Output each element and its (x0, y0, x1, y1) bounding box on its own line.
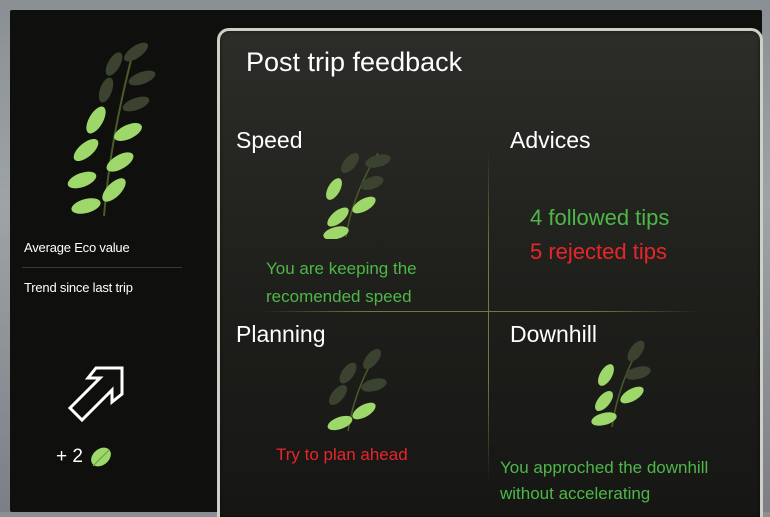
advices-summary: 4 followed tips 5 rejected tips (530, 201, 669, 269)
small-leaf-icon (91, 447, 111, 467)
sidebar: Average Eco value Trend since last trip … (10, 10, 186, 512)
speed-leaf-icon (323, 152, 391, 239)
large-leaf-branch-icon (67, 42, 156, 217)
speed-message-line1: You are keeping the (266, 259, 417, 278)
speed-message-line2: recomended speed (266, 287, 412, 306)
speed-title: Speed (236, 127, 303, 153)
planning-message: Try to plan ahead (276, 445, 408, 464)
average-eco-label: Average Eco value (24, 240, 130, 255)
downhill-title: Downhill (510, 321, 597, 347)
panel-title: Post trip feedback (246, 47, 463, 77)
rejected-tips: 5 rejected tips (530, 239, 667, 264)
sidebar-divider (22, 267, 182, 268)
eco-driving-screen: Average Eco value Trend since last trip … (10, 10, 763, 517)
downhill-message-line1: You approched the downhill (500, 458, 709, 477)
planning-title: Planning (236, 321, 326, 347)
post-trip-feedback-panel: Post trip feedback Speed You are keeping… (217, 28, 763, 517)
planning-leaf-icon (327, 349, 387, 432)
advices-title: Advices (510, 127, 591, 153)
followed-tips: 4 followed tips (530, 205, 670, 230)
trend-value-text: + 2 (56, 446, 83, 467)
downhill-message: You approched the downhill without accel… (500, 455, 708, 507)
speed-message: You are keeping the recomended speed (266, 255, 417, 311)
trend-label: Trend since last trip (24, 280, 133, 295)
downhill-message-line2: without accelerating (500, 484, 651, 503)
trend-arrow-up-right-icon (67, 366, 124, 423)
trend-value: + 2 (56, 444, 115, 470)
downhill-leaf-icon (591, 340, 651, 428)
quadrant-divider-vertical (488, 149, 489, 481)
quadrant-divider-horizontal (260, 311, 700, 312)
